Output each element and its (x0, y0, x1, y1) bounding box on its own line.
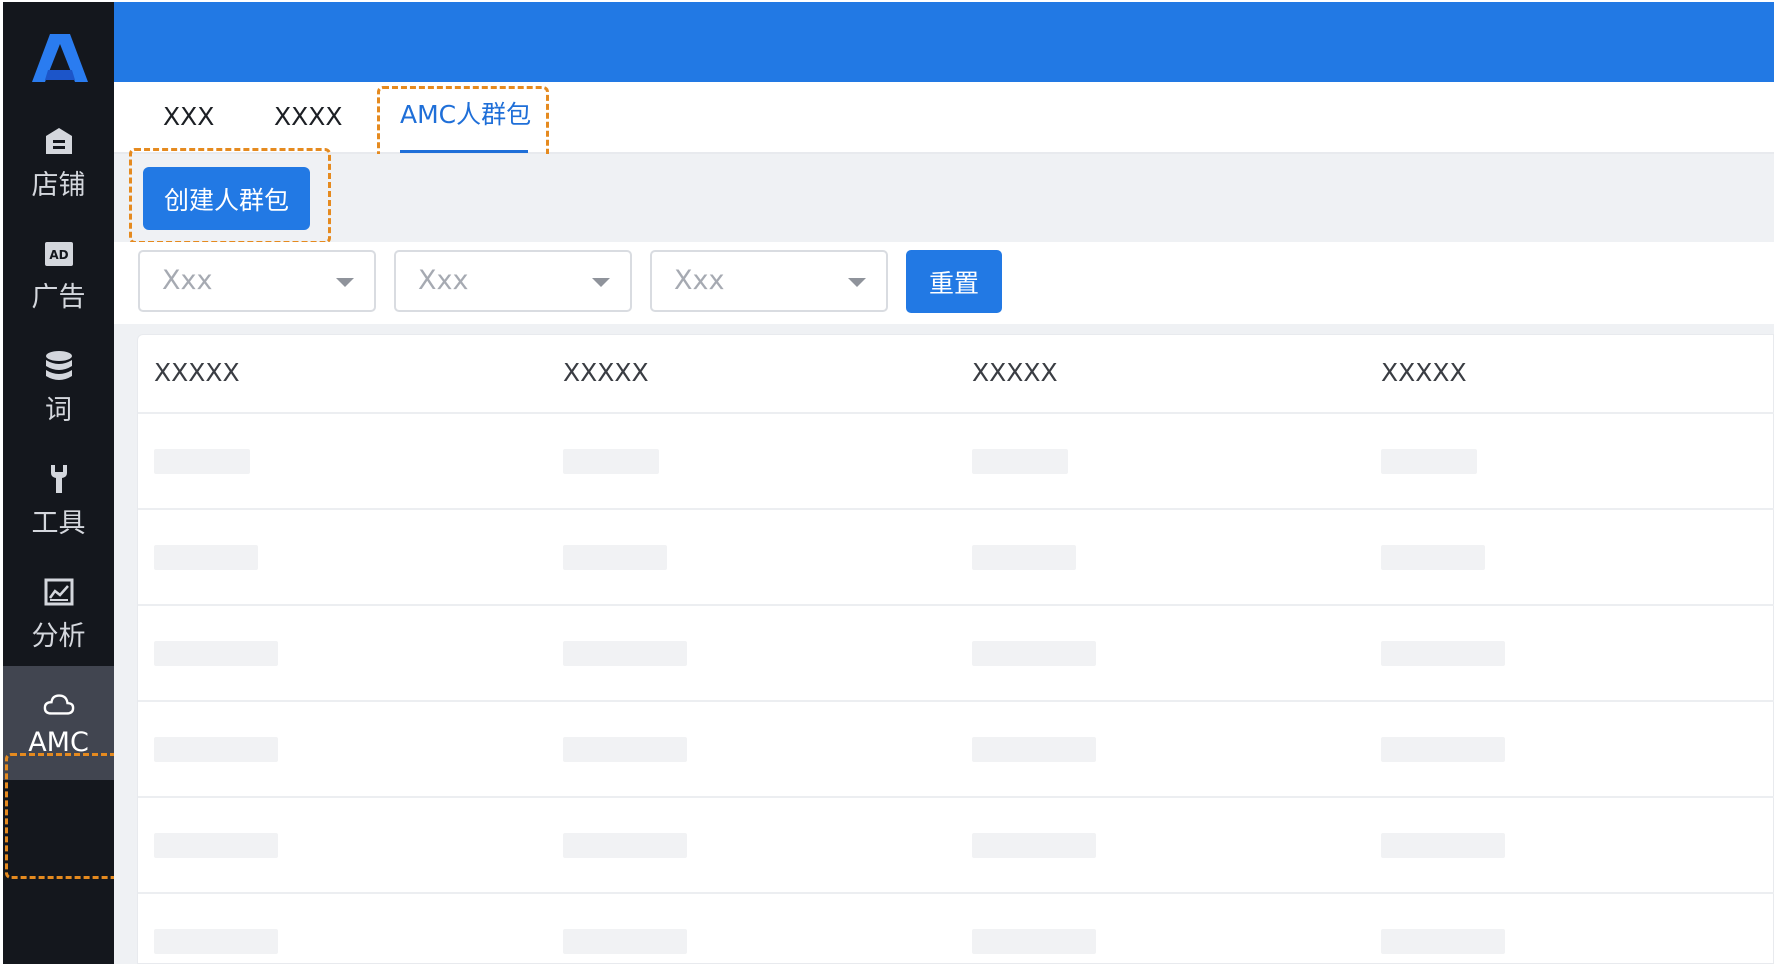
wrench-icon (43, 463, 75, 495)
skeleton-cell (1381, 449, 1477, 474)
filter-select-3[interactable]: Xxx (650, 250, 888, 312)
skeleton-cell (1381, 641, 1505, 666)
skeleton-cell (154, 641, 278, 666)
tab-xxx[interactable]: XXX (163, 82, 214, 152)
chart-icon (43, 576, 75, 608)
sidebar-item-label: 分析 (31, 620, 86, 652)
sidebar-item-store[interactable]: 店铺 (3, 102, 114, 224)
skeleton-cell (154, 737, 278, 762)
table-header-cell[interactable]: XXXXX (972, 358, 1058, 387)
toolbar (114, 154, 1774, 242)
skeleton-cell (972, 545, 1076, 570)
skeleton-cell (1381, 545, 1485, 570)
create-audience-button[interactable]: 创建人群包 (143, 167, 310, 230)
skeleton-cell (563, 545, 667, 570)
table-row-divider (138, 508, 1774, 510)
chevron-down-icon (592, 278, 610, 287)
skeleton-cell (972, 641, 1096, 666)
sidebar-item-label: 店铺 (31, 169, 86, 201)
skeleton-cell (972, 833, 1096, 858)
sidebar-item-analysis[interactable]: 分析 (3, 553, 114, 675)
skeleton-cell (972, 449, 1068, 474)
table-row-divider (138, 700, 1774, 702)
select-placeholder: Xxx (162, 265, 213, 296)
svg-text:AD: AD (49, 248, 68, 262)
skeleton-cell (972, 929, 1096, 954)
cloud-icon (43, 689, 75, 721)
sidebar-item-label: 广告 (31, 281, 86, 313)
sidebar-item-tools[interactable]: 工具 (3, 440, 114, 562)
table-header-cell[interactable]: XXXXX (1381, 358, 1467, 387)
skeleton-cell (154, 833, 278, 858)
sidebar-item-label: 工具 (31, 507, 86, 539)
table-row-divider (138, 412, 1774, 414)
app-window: 店铺 AD 广告 词 工具 分析 AMC XXX XXXX AMC人群包 创建人… (0, 0, 1776, 964)
active-tab-indicator (400, 150, 528, 153)
tab-bar (114, 82, 1774, 154)
sidebar-item-ads[interactable]: AD 广告 (3, 214, 114, 336)
skeleton-cell (1381, 833, 1505, 858)
reset-button[interactable]: 重置 (906, 250, 1002, 313)
table-row-divider (138, 796, 1774, 798)
table-header-cell[interactable]: XXXXX (563, 358, 649, 387)
skeleton-cell (972, 737, 1096, 762)
sidebar: 店铺 AD 广告 词 工具 分析 AMC (3, 2, 114, 964)
table-row-divider (138, 604, 1774, 606)
chevron-down-icon (848, 278, 866, 287)
database-icon (43, 350, 75, 382)
top-header-bar (114, 2, 1774, 82)
skeleton-cell (563, 737, 687, 762)
data-table (137, 334, 1774, 964)
table-header-cell[interactable]: XXXXX (154, 358, 240, 387)
store-icon (43, 125, 75, 157)
tab-amc-audience[interactable]: AMC人群包 (400, 80, 531, 150)
skeleton-cell (1381, 737, 1505, 762)
skeleton-cell (1381, 929, 1505, 954)
sidebar-item-label: 词 (45, 394, 72, 426)
chevron-down-icon (336, 278, 354, 287)
sidebar-item-amc[interactable]: AMC (3, 666, 114, 780)
ad-icon: AD (43, 237, 75, 269)
skeleton-cell (563, 449, 659, 474)
select-placeholder: Xxx (418, 265, 469, 296)
brand-logo[interactable] (31, 32, 89, 84)
skeleton-cell (563, 929, 687, 954)
skeleton-cell (154, 929, 278, 954)
filter-select-1[interactable]: Xxx (138, 250, 376, 312)
skeleton-cell (154, 545, 258, 570)
skeleton-cell (154, 449, 250, 474)
sidebar-item-keywords[interactable]: 词 (3, 327, 114, 449)
tab-xxxx[interactable]: XXXX (274, 82, 343, 152)
select-placeholder: Xxx (674, 265, 725, 296)
skeleton-cell (563, 833, 687, 858)
skeleton-cell (563, 641, 687, 666)
filter-select-2[interactable]: Xxx (394, 250, 632, 312)
sidebar-item-label: AMC (28, 726, 89, 758)
table-row-divider (138, 892, 1774, 894)
